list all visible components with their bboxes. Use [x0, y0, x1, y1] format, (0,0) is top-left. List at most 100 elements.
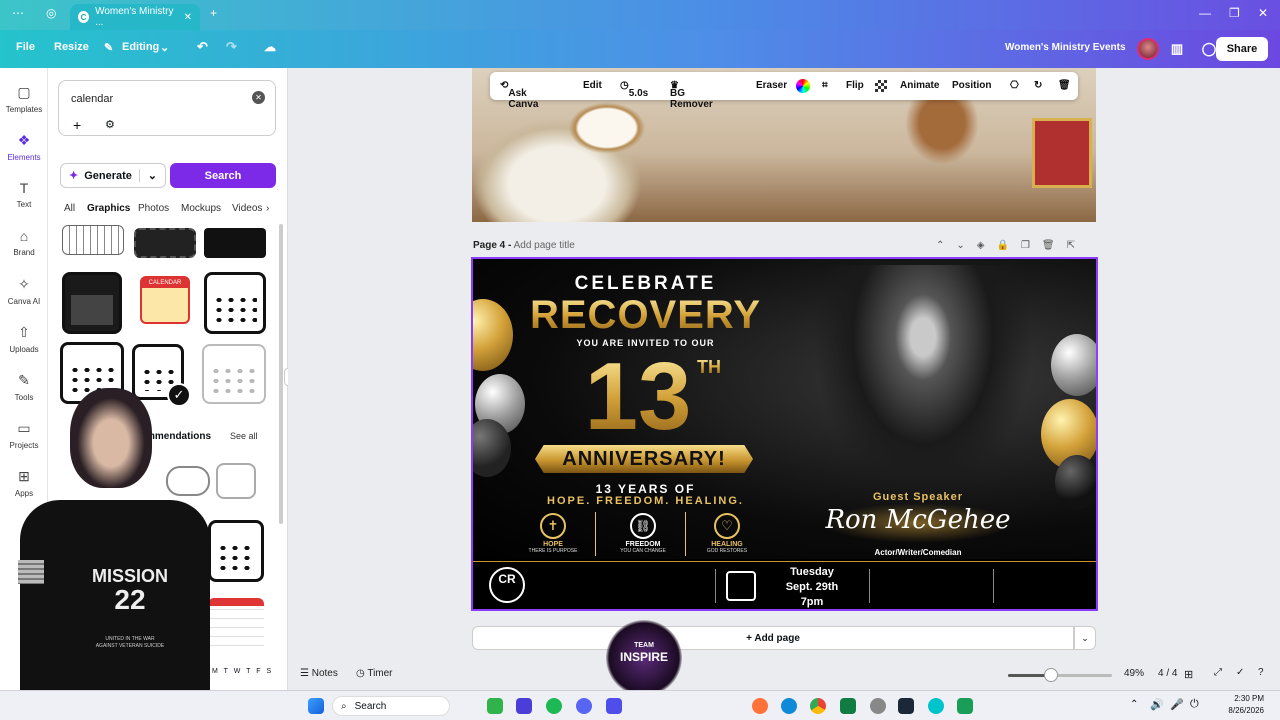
flip-button[interactable]: Flip: [846, 80, 864, 91]
app-icon[interactable]: [516, 698, 532, 714]
duplicate-icon[interactable]: ❐: [1021, 240, 1030, 251]
spotify-icon[interactable]: [546, 698, 562, 714]
calendar-graphic-result[interactable]: [62, 225, 124, 255]
app-icon[interactable]: [487, 698, 503, 714]
calendar-graphic-result[interactable]: [134, 228, 196, 258]
filter-settings-icon[interactable]: ⚙: [105, 118, 115, 131]
chevron-right-icon[interactable]: ›: [266, 203, 269, 214]
volume-icon[interactable]: 🔊: [1150, 698, 1164, 711]
redo-icon[interactable]: ↷: [226, 39, 237, 55]
mic-icon[interactable]: 🎤: [1170, 698, 1184, 711]
undo-icon[interactable]: ↶: [197, 39, 208, 55]
search-input[interactable]: calendar ✕ + ⚙: [58, 80, 276, 136]
rail-item-brand[interactable]: ⌂ Brand: [0, 228, 48, 257]
rail-item-canva-ai[interactable]: ✧ Canva AI: [0, 276, 48, 306]
filter-tab-photos[interactable]: Photos: [138, 203, 169, 214]
filter-tab-videos[interactable]: Videos: [232, 203, 262, 214]
canva-icon[interactable]: [928, 698, 944, 714]
calendar-graphic-result[interactable]: [62, 272, 122, 334]
workspace-icon[interactable]: ◎: [46, 6, 56, 20]
generate-button[interactable]: ✦ Generate ⌄: [60, 163, 166, 188]
new-tab-button[interactable]: +: [210, 6, 217, 20]
zoom-slider[interactable]: [1008, 668, 1112, 682]
app-icon[interactable]: [840, 698, 856, 714]
page-title-label[interactable]: Page 4 - Add page title: [473, 240, 575, 251]
zoom-level[interactable]: 49%: [1124, 668, 1144, 679]
discord-icon[interactable]: [576, 698, 592, 714]
tab-close-icon[interactable]: ✕: [184, 12, 192, 23]
editing-mode-dropdown[interactable]: Editing: [122, 41, 159, 53]
user-avatar[interactable]: [1137, 38, 1159, 60]
clear-search-icon[interactable]: ✕: [252, 91, 265, 104]
add-page-options-chevron-icon[interactable]: ⌄: [1074, 626, 1096, 650]
steam-icon[interactable]: [898, 698, 914, 714]
calendar-graphic-result[interactable]: [204, 272, 266, 334]
ask-canva-button[interactable]: ⟲ Ask Canva: [500, 80, 538, 110]
rail-item-text[interactable]: T Text: [0, 180, 48, 209]
project-title[interactable]: Women's Ministry Events: [1005, 42, 1126, 53]
chevron-down-icon[interactable]: ⌄: [138, 169, 157, 182]
windows-start-icon[interactable]: [308, 698, 324, 714]
page-title-placeholder[interactable]: Add page title: [514, 240, 575, 251]
minimize-button[interactable]: —: [1199, 6, 1211, 20]
page-4-flyer[interactable]: CELEBRATE RECOVERY YOU ARE INVITED TO OU…: [471, 257, 1098, 611]
taskbar-search[interactable]: ⌕ Search: [332, 696, 450, 716]
check-status-icon[interactable]: ✓: [1236, 667, 1244, 678]
calendar-graphic-result[interactable]: [216, 463, 256, 499]
settings-icon[interactable]: [870, 698, 886, 714]
fullscreen-icon[interactable]: ⤢: [1214, 667, 1222, 678]
crop-icon[interactable]: ⌗: [822, 80, 828, 91]
panel-scrollbar[interactable]: [279, 224, 283, 524]
rail-item-uploads[interactable]: ⇧ Uploads: [0, 324, 48, 354]
add-page-icon[interactable]: ⇱: [1067, 240, 1075, 251]
app-icon[interactable]: [606, 698, 622, 714]
edit-button[interactable]: Edit: [583, 80, 602, 91]
browser-menu-icon[interactable]: ⋯: [12, 6, 24, 20]
calendar-graphic-result[interactable]: CALENDAR: [140, 276, 190, 324]
calendar-graphic-result[interactable]: [204, 228, 266, 258]
timer-button[interactable]: ◷ Timer: [356, 668, 393, 679]
chevron-down-icon[interactable]: ⌄: [160, 41, 169, 54]
color-picker-icon[interactable]: [796, 79, 810, 93]
filter-tab-graphics[interactable]: Graphics: [87, 203, 130, 214]
analytics-icon[interactable]: ▥: [1166, 38, 1188, 60]
chrome-icon[interactable]: [810, 698, 826, 714]
rail-item-elements[interactable]: ❖ Elements: [0, 132, 48, 162]
filter-tab-mockups[interactable]: Mockups: [181, 203, 221, 214]
edge-icon[interactable]: [781, 698, 797, 714]
resize-button[interactable]: Resize: [54, 41, 89, 53]
rail-item-templates[interactable]: ▢ Templates: [0, 84, 48, 114]
system-clock[interactable]: 2:30 PM 8/26/2026: [1220, 693, 1264, 717]
notes-button[interactable]: ☰ Notes: [300, 668, 338, 679]
power-icon[interactable]: ⏻: [1190, 698, 1199, 711]
restore-button[interactable]: ❐: [1229, 6, 1240, 20]
close-window-button[interactable]: ✕: [1258, 6, 1268, 20]
transparency-icon[interactable]: [875, 80, 887, 92]
see-all-link[interactable]: See all: [230, 431, 258, 441]
tray-chevron-icon[interactable]: ⌃: [1130, 699, 1138, 710]
paint-roller-icon[interactable]: ⎔: [1010, 80, 1019, 91]
zoom-slider-thumb[interactable]: [1044, 668, 1059, 682]
browser-tab[interactable]: C Women's Ministry ... ✕: [70, 4, 200, 30]
cloud-sync-icon[interactable]: ☁: [264, 40, 276, 54]
eraser-button[interactable]: Eraser: [756, 80, 787, 91]
app-icon[interactable]: [957, 698, 973, 714]
move-up-icon[interactable]: ⌃: [936, 240, 944, 251]
add-page-button[interactable]: + Add page: [472, 626, 1074, 650]
page-count[interactable]: 4 / 4: [1158, 668, 1177, 679]
lock-icon[interactable]: 🔒: [996, 240, 1008, 251]
trash-icon[interactable]: 🗑: [1058, 80, 1071, 91]
move-down-icon[interactable]: ⌄: [956, 240, 964, 251]
file-menu[interactable]: File: [16, 41, 35, 53]
search-button[interactable]: Search: [170, 163, 276, 188]
share-button[interactable]: Share: [1216, 37, 1268, 61]
delete-page-icon[interactable]: 🗑: [1042, 240, 1055, 251]
position-button[interactable]: Position: [952, 80, 991, 91]
filter-tab-all[interactable]: All: [64, 203, 75, 214]
help-icon[interactable]: ?: [1258, 667, 1264, 678]
hide-page-icon[interactable]: ◈: [977, 240, 985, 251]
firefox-icon[interactable]: [752, 698, 768, 714]
grid-view-icon[interactable]: ⊞: [1184, 668, 1193, 681]
bg-remover-button[interactable]: BG Remover ♛: [670, 80, 713, 110]
duration-button[interactable]: ◷ 5.0s: [620, 80, 648, 99]
